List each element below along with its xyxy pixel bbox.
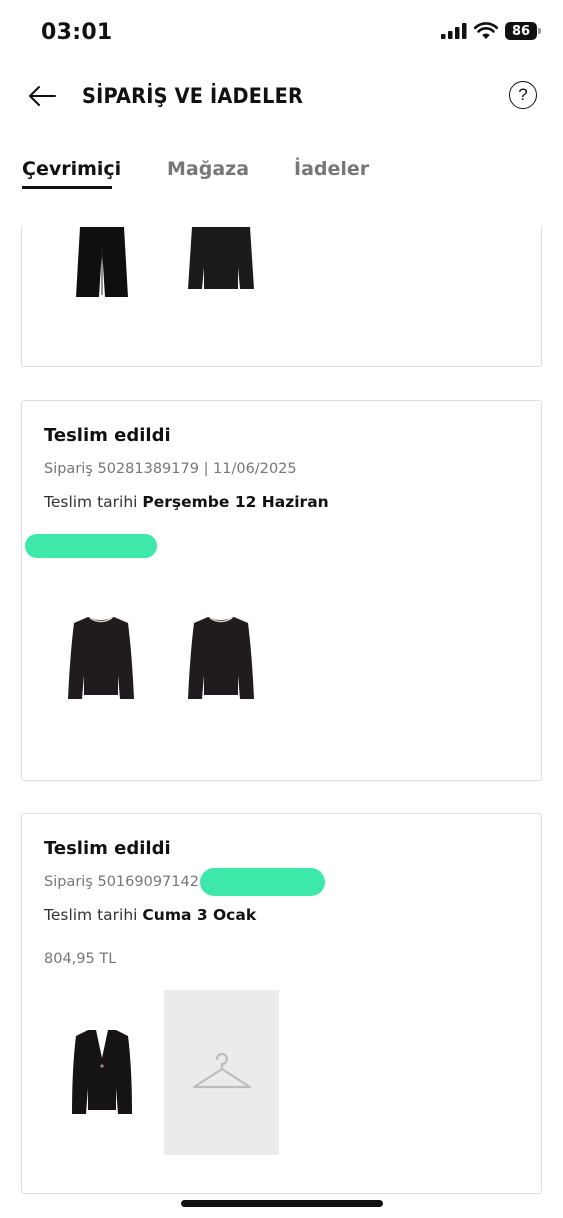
- question-mark-icon: ?: [518, 85, 528, 104]
- order-list[interactable]: Teslim edildi Sipariş 50281389179 | 11/0…: [0, 226, 563, 1218]
- product-image-cardigan[interactable]: [70, 1028, 134, 1116]
- home-indicator[interactable]: [181, 1200, 383, 1207]
- tab-store[interactable]: Mağaza: [167, 158, 249, 180]
- battery-level: 86: [505, 22, 537, 40]
- back-button[interactable]: [24, 80, 60, 112]
- wifi-icon: [474, 22, 498, 39]
- order-number: Sipariş 50169097142 |: [44, 874, 209, 890]
- product-image-top[interactable]: [66, 615, 136, 701]
- redaction-mark: [200, 868, 325, 896]
- delivery-info: Teslim tarihi Cuma 3 Ocak: [44, 906, 256, 924]
- order-card[interactable]: Teslim edildi Sipariş 50281389179 | 11/0…: [21, 400, 542, 781]
- status-bar: 03:01 86: [0, 0, 563, 64]
- tab-online[interactable]: Çevrimiçi: [22, 158, 121, 180]
- product-image-placeholder[interactable]: [164, 990, 279, 1155]
- delivery-label: Teslim tarihi: [44, 493, 143, 511]
- redaction-mark: [25, 534, 157, 558]
- app-header: SİPARİŞ VE İADELER ?: [0, 64, 563, 128]
- tab-returns[interactable]: İadeler: [294, 158, 369, 180]
- order-number: Sipariş 50281389179 | 11/06/2025: [44, 461, 297, 477]
- status-time: 03:01: [41, 20, 113, 45]
- arrow-left-icon: [29, 86, 56, 106]
- delivery-info: Teslim tarihi Perşembe 12 Haziran: [44, 493, 329, 511]
- delivery-date: Perşembe 12 Haziran: [142, 493, 329, 511]
- hanger-icon: [192, 1052, 251, 1088]
- order-card[interactable]: [21, 226, 542, 367]
- order-total: 804,95 TL: [44, 951, 117, 967]
- status-icons: 86: [441, 22, 541, 40]
- order-status: Teslim edildi: [44, 838, 171, 859]
- cellular-signal-icon: [441, 23, 467, 39]
- product-image-top[interactable]: [186, 615, 256, 701]
- delivery-date: Cuma 3 Ocak: [142, 906, 257, 924]
- help-button[interactable]: ?: [509, 81, 537, 109]
- product-image-top[interactable]: [186, 227, 256, 291]
- delivery-label: Teslim tarihi: [44, 906, 143, 924]
- order-tabs: Çevrimiçi Mağaza İadeler: [0, 148, 563, 196]
- order-status: Teslim edildi: [44, 425, 171, 446]
- battery-icon: 86: [505, 22, 541, 40]
- page-title: SİPARİŞ VE İADELER: [82, 84, 304, 108]
- product-image-trousers[interactable]: [72, 227, 132, 299]
- active-tab-indicator: [22, 186, 112, 189]
